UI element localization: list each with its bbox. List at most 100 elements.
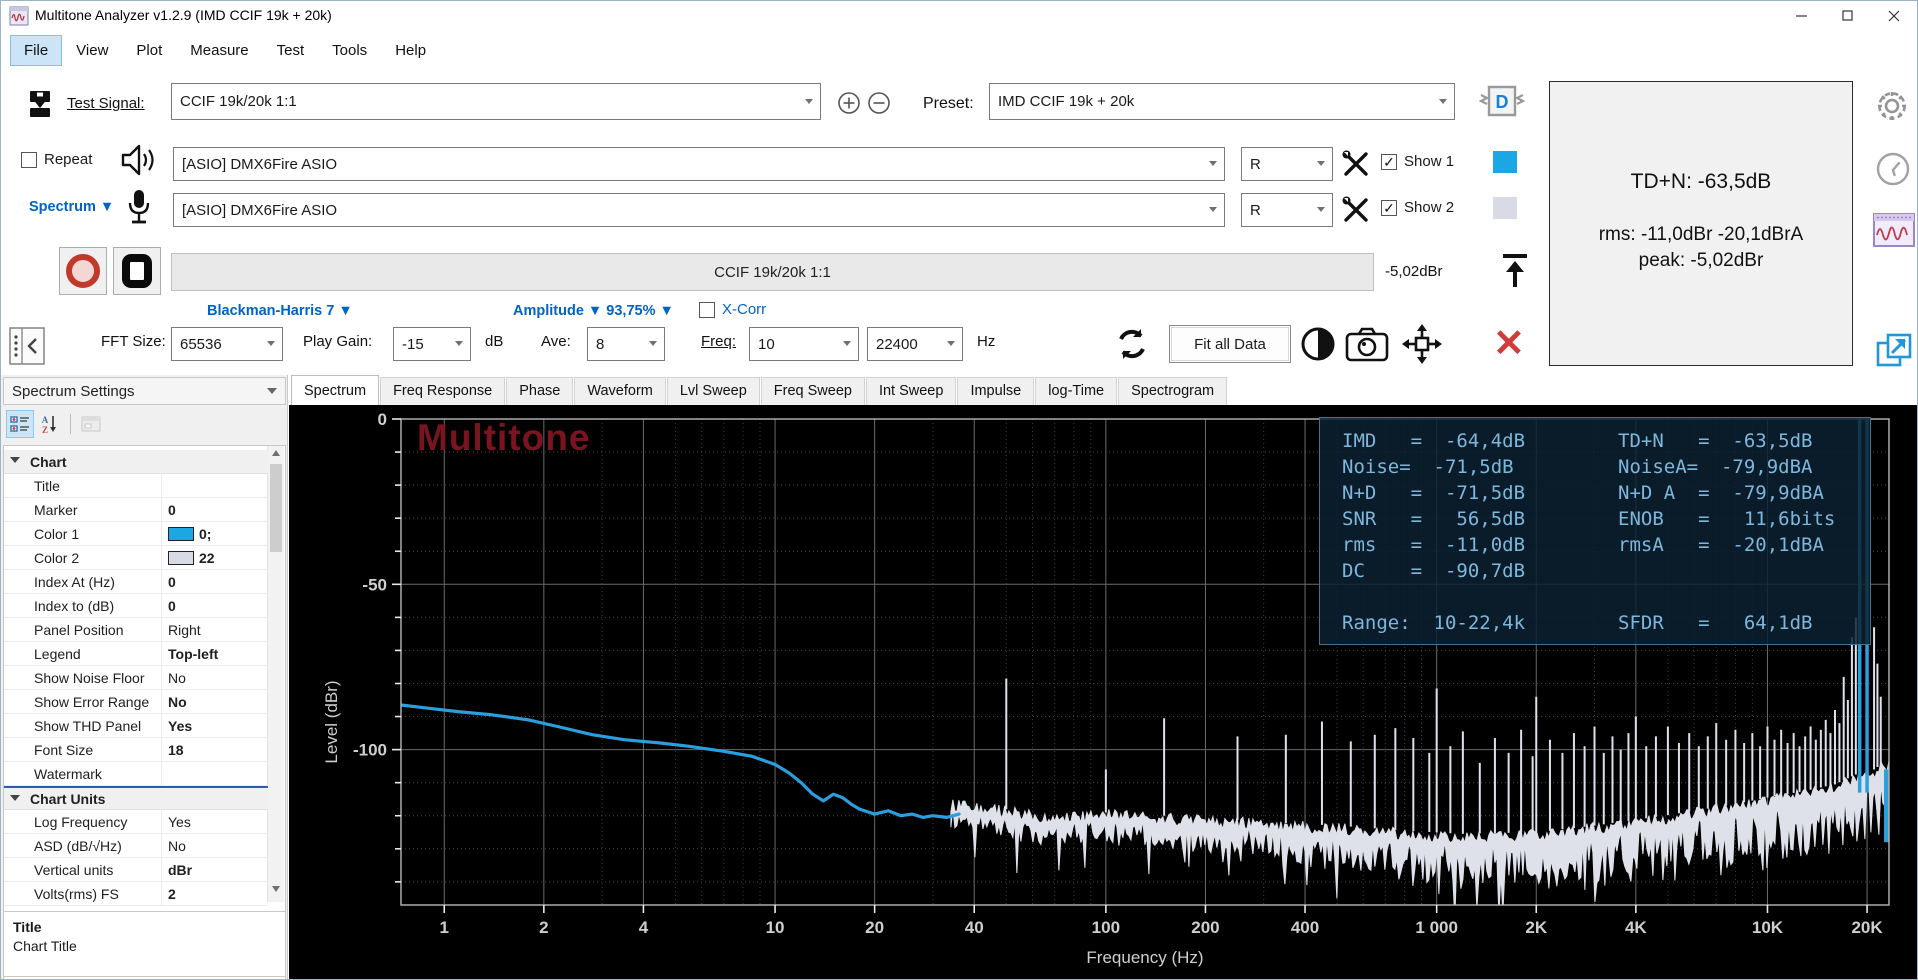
trace1-color-swatch[interactable]	[1493, 151, 1517, 173]
property-value[interactable]: Yes	[162, 814, 268, 830]
scroll-down-icon[interactable]	[272, 886, 280, 892]
property-value[interactable]: 2	[162, 886, 268, 902]
chevron-down-icon[interactable]	[10, 457, 20, 463]
propertygrid-scrollbar[interactable]	[267, 446, 284, 902]
input-device-select[interactable]: [ASIO] DMX6Fire ASIO	[173, 193, 1225, 227]
pan-move-icon[interactable]	[1401, 323, 1443, 365]
output-device-select[interactable]: [ASIO] DMX6Fire ASIO	[173, 147, 1225, 181]
property-value[interactable]: No	[162, 670, 268, 686]
categorized-view-button[interactable]	[6, 410, 34, 438]
property-value[interactable]: No	[162, 694, 268, 710]
alphabetical-sort-button[interactable]: AZ	[37, 411, 63, 437]
input-channel-select[interactable]: R	[1241, 193, 1333, 227]
scrollbar-thumb[interactable]	[270, 464, 282, 552]
property-row-watermark[interactable]: Watermark	[4, 762, 268, 786]
property-category-chart-units[interactable]: Chart Units	[4, 786, 268, 810]
property-row-legend[interactable]: Legend Top-left	[4, 642, 268, 666]
tab-log-time[interactable]: log-Time	[1035, 377, 1118, 405]
property-value[interactable]: 18	[162, 742, 268, 758]
tab-spectrogram[interactable]: Spectrogram	[1118, 377, 1228, 405]
menu-tools[interactable]: Tools	[319, 36, 380, 65]
distortion-preset-icon[interactable]: D	[1479, 81, 1525, 121]
xcorr-checkbox[interactable]: X-Corr	[699, 301, 766, 318]
tab-freq-response[interactable]: Freq Response	[380, 377, 506, 405]
repeat-checkbox-box[interactable]	[21, 151, 37, 168]
property-value[interactable]: Top-left	[162, 646, 268, 662]
property-row-show-error-range[interactable]: Show Error Range No	[4, 690, 268, 714]
minimize-button[interactable]	[1779, 1, 1825, 31]
input-settings-wrench-icon[interactable]	[1341, 195, 1371, 225]
trace2-color-swatch[interactable]	[1493, 197, 1517, 219]
menu-view[interactable]: View	[63, 36, 121, 65]
scope-window-icon[interactable]	[1873, 213, 1915, 247]
property-row-show-noise-floor[interactable]: Show Noise Floor No	[4, 666, 268, 690]
property-category-chart[interactable]: Chart	[4, 450, 268, 474]
color-swatch[interactable]	[168, 550, 194, 565]
stop-button[interactable]	[113, 247, 161, 295]
show2-checkbox-box[interactable]: ✓	[1381, 199, 1397, 216]
property-row-panel-position[interactable]: Panel Position Right	[4, 618, 268, 642]
property-value[interactable]: 0;	[162, 526, 268, 542]
menu-help[interactable]: Help	[382, 36, 439, 65]
property-value[interactable]: Right	[162, 622, 268, 638]
property-row-volts-rms-fs[interactable]: Volts(rms) FS 2	[4, 882, 268, 906]
freq-high-select[interactable]: 22400	[867, 327, 963, 361]
property-row-marker[interactable]: Marker 0	[4, 498, 268, 522]
property-row-asd-db-hz-[interactable]: ASD (dB/√Hz) No	[4, 834, 268, 858]
refresh-icon[interactable]	[1113, 325, 1151, 363]
show1-checkbox[interactable]: ✓ Show 1	[1381, 153, 1454, 170]
amplitude-selector[interactable]: Amplitude ▼ 93,75% ▼	[513, 303, 674, 319]
tab-freq-sweep[interactable]: Freq Sweep	[760, 377, 865, 405]
clear-data-icon[interactable]: ✕	[1493, 321, 1525, 366]
menu-measure[interactable]: Measure	[177, 36, 261, 65]
add-signal-button[interactable]	[837, 91, 861, 115]
property-row-color-2[interactable]: Color 2 22	[4, 546, 268, 570]
settings-gear-icon[interactable]	[1873, 87, 1911, 125]
show2-checkbox[interactable]: ✓ Show 2	[1381, 199, 1454, 216]
tab-impulse[interactable]: Impulse	[957, 377, 1035, 405]
property-row-font-size[interactable]: Font Size 18	[4, 738, 268, 762]
property-value[interactable]: 22	[162, 550, 268, 566]
test-signal-select[interactable]: CCIF 19k/20k 1:1	[171, 83, 821, 120]
property-value[interactable]: 0	[162, 574, 268, 590]
menu-plot[interactable]: Plot	[123, 36, 175, 65]
record-button[interactable]	[59, 247, 107, 295]
property-value[interactable]: No	[162, 838, 268, 854]
window-function-selector[interactable]: Blackman-Harris 7 ▼	[207, 303, 353, 319]
property-row-index-at-hz-[interactable]: Index At (Hz) 0	[4, 570, 268, 594]
output-settings-wrench-icon[interactable]	[1341, 149, 1371, 179]
scroll-up-icon[interactable]	[272, 450, 280, 456]
screenshot-camera-icon[interactable]	[1345, 327, 1389, 363]
freq-low-select[interactable]: 10	[749, 327, 859, 361]
peak-to-top-icon[interactable]	[1497, 251, 1533, 291]
collapse-panel-icon[interactable]	[9, 327, 45, 365]
menu-file[interactable]: File	[9, 34, 63, 66]
color-swatch[interactable]	[168, 526, 194, 541]
property-value[interactable]: 0	[162, 502, 268, 518]
sidebar-header[interactable]: Spectrum Settings	[3, 377, 286, 405]
property-row-index-to-db-[interactable]: Index to (dB) 0	[4, 594, 268, 618]
menu-test[interactable]: Test	[264, 36, 318, 65]
chevron-down-icon[interactable]	[10, 795, 20, 801]
popout-window-icon[interactable]	[1875, 331, 1913, 369]
tab-phase[interactable]: Phase	[506, 377, 574, 405]
tab-waveform[interactable]: Waveform	[574, 377, 666, 405]
remove-signal-button[interactable]	[867, 91, 891, 115]
spectrum-chart[interactable]: 1 2 4 10 20 40 100 200 400 1 000 2K 4K 10K 20K 0 -50 -10…	[289, 405, 1917, 979]
property-row-title[interactable]: Title	[4, 474, 268, 498]
property-row-vertical-units[interactable]: Vertical units dBr	[4, 858, 268, 882]
input-mode-selector[interactable]: Spectrum ▼	[29, 199, 114, 215]
fit-all-data-button[interactable]: Fit all Data	[1169, 325, 1291, 363]
preset-select[interactable]: IMD CCIF 19k + 20k	[989, 83, 1455, 120]
close-button[interactable]	[1871, 1, 1917, 31]
property-row-show-thd-panel[interactable]: Show THD Panel Yes	[4, 714, 268, 738]
tab-int-sweep[interactable]: Int Sweep	[865, 377, 957, 405]
property-pages-button[interactable]	[78, 411, 104, 437]
maximize-button[interactable]	[1825, 1, 1871, 31]
property-row-color-1[interactable]: Color 1 0;	[4, 522, 268, 546]
xcorr-checkbox-box[interactable]	[699, 301, 715, 318]
tab-lvl-sweep[interactable]: Lvl Sweep	[666, 377, 760, 405]
load-signal-icon[interactable]	[27, 89, 53, 119]
ave-select[interactable]: 8	[587, 327, 665, 361]
fft-size-select[interactable]: 65536	[171, 327, 283, 361]
